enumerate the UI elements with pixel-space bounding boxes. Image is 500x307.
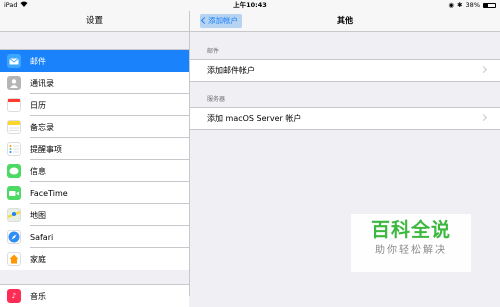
contacts-icon <box>7 76 21 90</box>
settings-sidebar: 设置 邮件 通讯录 日历 备忘录 提醒事项 信息 FaceTime 地图 Saf… <box>0 11 190 307</box>
section-header-server: 服务器 <box>207 96 226 103</box>
status-right: ◉ ✱ 38% <box>448 0 496 11</box>
mail-icon <box>7 54 21 68</box>
section-header-mail: 邮件 <box>207 48 220 55</box>
row-label: 添加邮件帐户 <box>207 66 255 75</box>
sidebar-item-music[interactable]: ♪ 音乐 <box>0 285 189 307</box>
notes-icon <box>7 120 21 134</box>
calendar-icon <box>7 98 21 112</box>
status-bar: iPad 上午10:43 ◉ ✱ 38% <box>0 0 500 11</box>
sidebar-item-label: FaceTime <box>30 188 68 198</box>
chevron-right-icon <box>479 113 488 122</box>
reminders-icon <box>7 142 21 156</box>
row-label: 添加 macOS Server 帐户 <box>207 114 302 123</box>
settings-list: 邮件 通讯录 日历 备忘录 提醒事项 信息 FaceTime 地图 Safari… <box>0 49 189 270</box>
sidebar-item-label: 通讯录 <box>30 78 54 88</box>
maps-icon <box>7 208 21 222</box>
battery-percent: 38% <box>465 1 480 9</box>
sidebar-title: 设置 <box>0 11 189 32</box>
watermark: 百科全说 助你轻松解决 <box>351 214 471 272</box>
watermark-title: 百科全说 <box>370 219 451 241</box>
sidebar-item-label: 信息 <box>30 166 46 176</box>
sidebar-item-label: 邮件 <box>30 56 46 66</box>
lock-rotation-icon: ◉ <box>448 1 455 9</box>
home-icon <box>7 252 21 266</box>
sidebar-item-label: 提醒事项 <box>30 144 62 154</box>
messages-icon <box>7 164 21 178</box>
sidebar-item-label: 日历 <box>30 100 46 110</box>
sidebar-item-maps[interactable]: 地图 <box>0 204 189 226</box>
sidebar-item-label: Safari <box>30 232 54 242</box>
bluetooth-icon: ✱ <box>457 1 463 9</box>
battery-icon <box>483 3 496 8</box>
sidebar-item-safari[interactable]: Safari <box>0 226 189 248</box>
watermark-subtitle: 助你轻松解决 <box>375 245 447 256</box>
detail-navbar: 添加帐户 其他 <box>190 11 500 32</box>
sidebar-item-label: 音乐 <box>30 291 46 301</box>
sidebar-item-home[interactable]: 家庭 <box>0 248 189 270</box>
sidebar-item-reminders[interactable]: 提醒事项 <box>0 138 189 160</box>
sidebar-item-label: 备忘录 <box>30 122 54 132</box>
sidebar-item-contacts[interactable]: 通讯录 <box>0 72 189 94</box>
status-time: 上午10:43 <box>233 1 267 9</box>
music-icon: ♪ <box>7 289 21 303</box>
page-title: 其他 <box>337 16 353 25</box>
add-mail-account-row[interactable]: 添加邮件帐户 <box>190 59 500 82</box>
sidebar-item-calendar[interactable]: 日历 <box>0 94 189 116</box>
sidebar-item-mail[interactable]: 邮件 <box>0 50 189 72</box>
sidebar-item-label: 地图 <box>30 210 46 220</box>
sidebar-item-notes[interactable]: 备忘录 <box>0 116 189 138</box>
sidebar-item-messages[interactable]: 信息 <box>0 160 189 182</box>
safari-icon <box>7 230 21 244</box>
facetime-icon <box>7 186 21 200</box>
sidebar-item-facetime[interactable]: FaceTime <box>0 182 189 204</box>
sidebar-item-label: 家庭 <box>30 254 46 264</box>
add-macos-server-account-row[interactable]: 添加 macOS Server 帐户 <box>190 107 500 130</box>
chevron-right-icon <box>479 65 488 74</box>
